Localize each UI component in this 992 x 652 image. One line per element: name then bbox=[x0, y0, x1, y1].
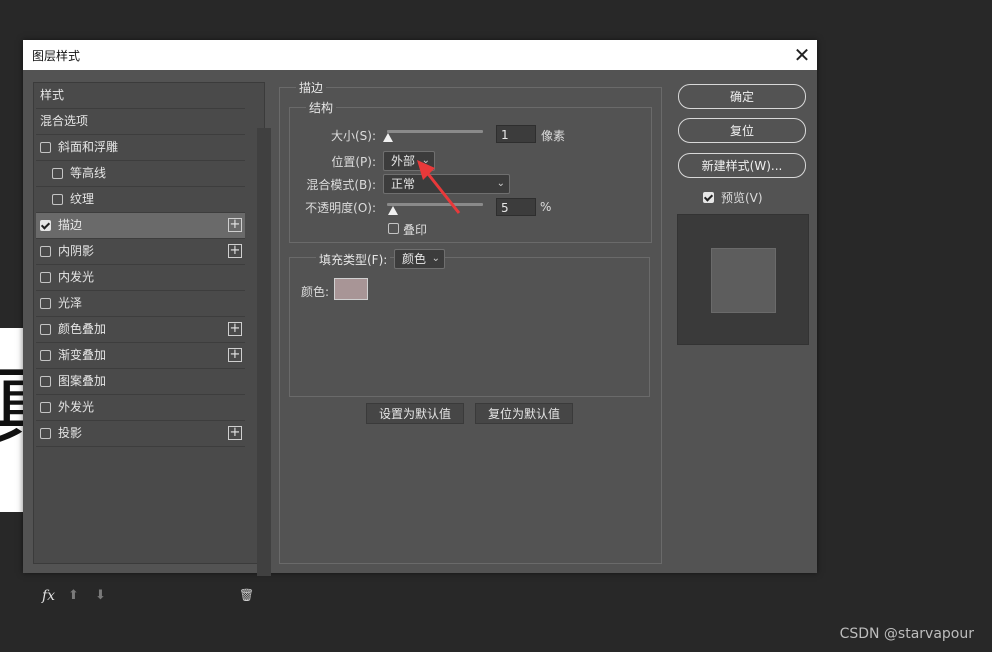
style-item[interactable]: 等高线 bbox=[36, 161, 245, 187]
size-unit: 像素 bbox=[541, 129, 566, 143]
add-icon[interactable]: + bbox=[228, 218, 242, 232]
add-icon[interactable]: + bbox=[228, 322, 242, 336]
style-item-checkbox[interactable] bbox=[40, 428, 51, 439]
style-item[interactable]: 颜色叠加 + bbox=[36, 317, 245, 343]
stroke-section-title: 描边 bbox=[296, 79, 327, 96]
style-item[interactable]: 描边 + bbox=[36, 213, 245, 239]
chevron-down-icon: ⌄ bbox=[431, 253, 440, 264]
fill-type-group: 填充类型(F): 颜色 ⌄ 颜色: bbox=[289, 249, 650, 397]
style-item-label: 颜色叠加 bbox=[58, 322, 107, 336]
style-item-label: 外发光 bbox=[58, 400, 95, 414]
style-item-checkbox[interactable] bbox=[40, 350, 51, 361]
move-down-icon[interactable]: ⬇ bbox=[95, 588, 106, 603]
fx-icon[interactable]: fx bbox=[42, 588, 55, 604]
style-item-label: 渐变叠加 bbox=[58, 348, 107, 362]
stroke-panel: 描边 结构 大小(S): 1 像素 位置(P): 外部 ⌄ 混合模式(B): 正… bbox=[279, 79, 662, 564]
style-item-checkbox[interactable] bbox=[40, 246, 51, 257]
style-item-checkbox[interactable] bbox=[40, 324, 51, 335]
annotation-arrow-shaft bbox=[423, 169, 461, 214]
opacity-slider-handle[interactable] bbox=[387, 206, 398, 215]
background-document-glyph: 真 bbox=[0, 362, 24, 450]
position-select-value: 外部 bbox=[391, 154, 416, 168]
style-item[interactable]: 图案叠加 bbox=[36, 369, 245, 395]
style-item[interactable]: 斜面和浮雕 bbox=[36, 135, 245, 161]
style-item-label: 斜面和浮雕 bbox=[58, 140, 119, 154]
fill-type-select[interactable]: 颜色 ⌄ bbox=[394, 249, 445, 269]
preview-thumbnail bbox=[677, 214, 809, 345]
reset-button[interactable]: 复位 bbox=[678, 118, 806, 143]
style-item[interactable]: 混合选项 bbox=[36, 109, 245, 135]
style-item-checkbox[interactable] bbox=[40, 298, 51, 309]
color-label: 颜色: bbox=[301, 285, 330, 299]
style-item[interactable]: 内发光 bbox=[36, 265, 245, 291]
add-icon[interactable]: + bbox=[228, 426, 242, 440]
style-item-checkbox[interactable] bbox=[52, 194, 63, 205]
reset-default-button[interactable]: 复位为默认值 bbox=[475, 403, 573, 424]
style-item-label: 描边 bbox=[58, 218, 83, 232]
style-item-label: 光泽 bbox=[58, 296, 83, 310]
style-item-label: 纹理 bbox=[70, 192, 95, 206]
size-input[interactable]: 1 bbox=[496, 125, 536, 143]
style-item[interactable]: 渐变叠加 + bbox=[36, 343, 245, 369]
style-item-checkbox[interactable] bbox=[52, 168, 63, 179]
overprint-label: 叠印 bbox=[403, 223, 428, 237]
fill-type-select-value: 颜色 bbox=[402, 252, 427, 266]
preview-swatch bbox=[711, 248, 776, 313]
structure-title: 结构 bbox=[306, 99, 337, 116]
style-item[interactable]: 样式 bbox=[36, 83, 245, 109]
add-icon[interactable]: + bbox=[228, 244, 242, 258]
style-item-checkbox[interactable] bbox=[40, 142, 51, 153]
styles-list-scrollbar[interactable] bbox=[257, 128, 271, 576]
structure-group: 结构 大小(S): 1 像素 位置(P): 外部 ⌄ 混合模式(B): 正常 ⌄… bbox=[289, 99, 652, 243]
chevron-down-icon: ⌄ bbox=[496, 178, 505, 189]
style-item[interactable]: 纹理 bbox=[36, 187, 245, 213]
opacity-unit: % bbox=[540, 200, 552, 214]
preview-checkbox[interactable] bbox=[703, 192, 714, 203]
style-item-label: 内阴影 bbox=[58, 244, 95, 258]
preview-label: 预览(V) bbox=[721, 191, 763, 205]
styles-list-panel: 样式混合选项斜面和浮雕等高线纹理描边 + 内阴影 + 内发光光泽颜色叠加 + 渐变叠加 + 图案… bbox=[33, 82, 271, 604]
annotation-arrow bbox=[417, 160, 461, 214]
blend-mode-label: 混合模式(B): bbox=[306, 178, 376, 192]
size-label: 大小(S): bbox=[330, 129, 376, 143]
style-item-checkbox[interactable] bbox=[40, 220, 51, 231]
set-default-button[interactable]: 设置为默认值 bbox=[366, 403, 464, 424]
style-item-label: 图案叠加 bbox=[58, 374, 107, 388]
style-item-label: 内发光 bbox=[58, 270, 95, 284]
style-item-checkbox[interactable] bbox=[40, 272, 51, 283]
stroke-color-swatch[interactable] bbox=[334, 278, 368, 300]
style-item[interactable]: 投影 + bbox=[36, 421, 245, 447]
style-item-label: 样式 bbox=[40, 88, 65, 102]
size-slider-track[interactable] bbox=[387, 130, 483, 133]
dialog-title: 图层样式 bbox=[32, 49, 81, 63]
style-item[interactable]: 外发光 bbox=[36, 395, 245, 421]
style-item[interactable]: 光泽 bbox=[36, 291, 245, 317]
ok-button[interactable]: 确定 bbox=[678, 84, 806, 109]
watermark: CSDN @starvapour bbox=[839, 626, 974, 642]
style-item-label: 投影 bbox=[58, 426, 83, 440]
overprint-checkbox[interactable] bbox=[388, 223, 399, 234]
new-style-button[interactable]: 新建样式(W)... bbox=[678, 153, 806, 178]
trash-icon[interactable]: 🗑 bbox=[239, 588, 254, 602]
dialog-titlebar: 图层样式 ✕ bbox=[23, 40, 817, 70]
background-document-strip: 真 bbox=[0, 328, 24, 512]
blend-mode-select-value: 正常 bbox=[391, 177, 416, 191]
style-item-checkbox[interactable] bbox=[40, 376, 51, 387]
close-icon[interactable]: ✕ bbox=[789, 42, 815, 68]
size-slider-handle[interactable] bbox=[383, 133, 393, 142]
style-item[interactable]: 内阴影 + bbox=[36, 239, 245, 265]
fill-type-label: 填充类型(F): bbox=[316, 251, 391, 268]
add-icon[interactable]: + bbox=[228, 348, 242, 362]
style-item-label: 等高线 bbox=[70, 166, 107, 180]
style-item-label: 混合选项 bbox=[40, 114, 89, 128]
position-label: 位置(P): bbox=[331, 155, 376, 169]
opacity-input[interactable]: 5 bbox=[496, 198, 536, 216]
layer-style-dialog: 图层样式 ✕ 样式 混合选项 斜面和浮雕 等高线 纹理 描边 + 内阴影 + 内发光 光泽 颜色叠加 +… bbox=[23, 40, 817, 604]
opacity-label: 不透明度(O): bbox=[305, 201, 376, 215]
style-item-checkbox[interactable] bbox=[40, 402, 51, 413]
move-up-icon[interactable]: ⬆ bbox=[68, 588, 79, 603]
